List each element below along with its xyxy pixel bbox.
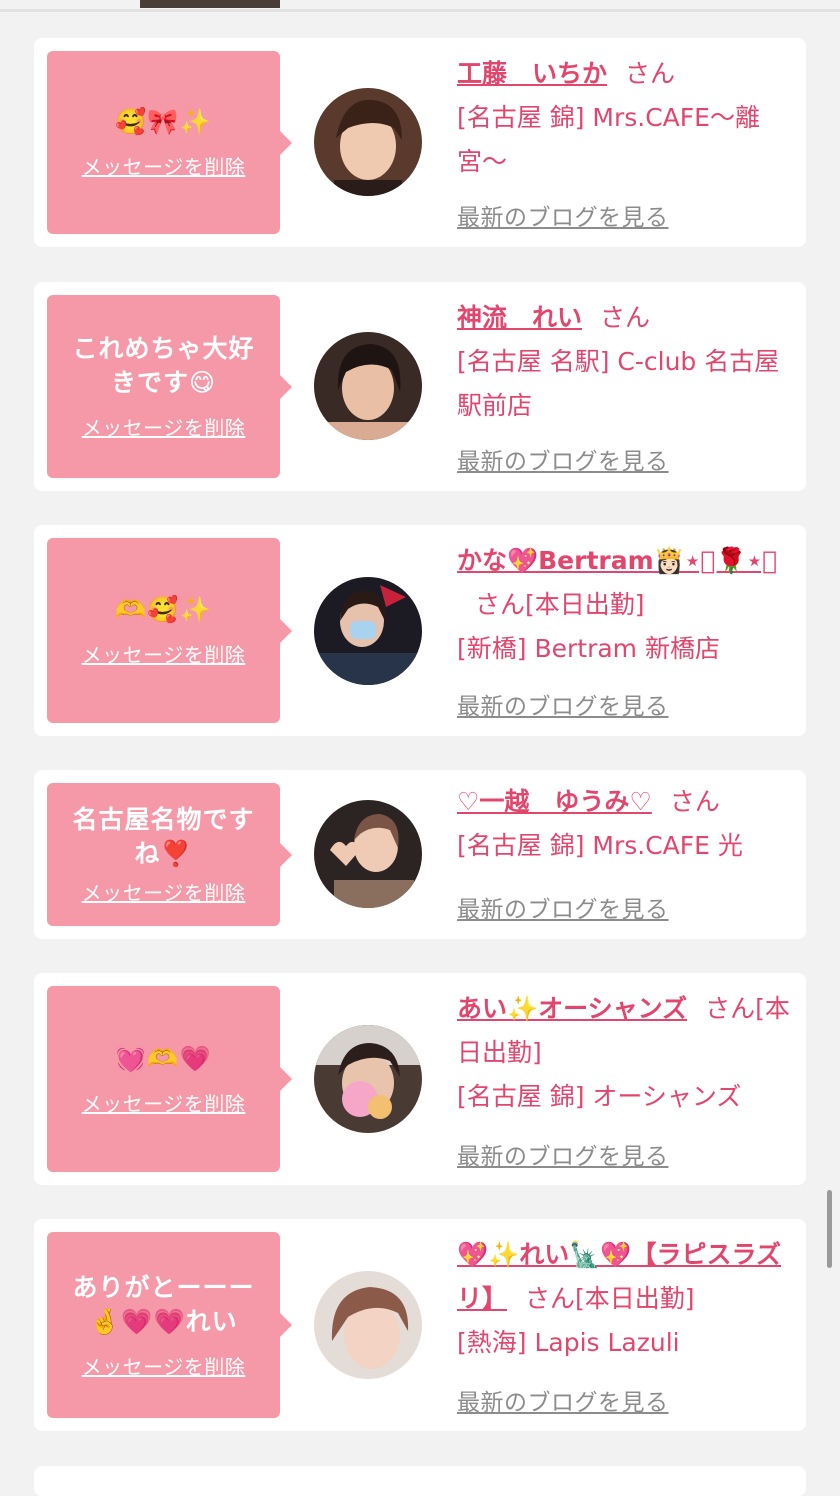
active-tab-indicator xyxy=(140,0,280,8)
message-bubble: 🫶🥰✨ メッセージを削除 xyxy=(47,538,292,723)
latest-blog-link[interactable]: 最新のブログを見る xyxy=(457,442,669,476)
top-tab-bar xyxy=(0,0,840,12)
avatar[interactable] xyxy=(314,332,422,440)
name-suffix: さん[本日出勤] xyxy=(525,1284,695,1313)
avatar[interactable] xyxy=(314,1025,422,1133)
message-card: 💓🫶💗 メッセージを削除 あい✨オーシャンズ さん[本日出勤] [名古屋 錦] オ… xyxy=(34,973,806,1185)
name-suffix: さん xyxy=(669,787,720,816)
latest-blog-link[interactable]: 最新のブログを見る xyxy=(457,198,669,232)
message-text: ありがとーーー🤞💗💗れい xyxy=(72,1272,255,1336)
sender-info: 💖✨れい🗽💖【ラピスラズリ】 さん[本日出勤] [熱海] Lapis Lazuli xyxy=(457,1233,793,1365)
message-card: ありがとーーー🤞💗💗れい メッセージを削除 💖✨れい🗽💖【ラピスラズリ】 さん[本… xyxy=(34,1219,806,1431)
latest-blog-link[interactable]: 最新のブログを見る xyxy=(457,687,669,721)
avatar[interactable] xyxy=(314,800,422,908)
latest-blog-link[interactable]: 最新のブログを見る xyxy=(457,890,669,924)
sender-name-link[interactable]: かな💖Bertram👸🏻⋆͛🌹⋆͛ xyxy=(457,546,777,575)
message-bubble: 名古屋名物ですね❣️ メッセージを削除 xyxy=(47,783,292,926)
shop-name: [熱海] Lapis Lazuli xyxy=(457,1328,680,1357)
delete-message-link[interactable]: メッセージを削除 xyxy=(82,412,246,441)
sender-name-link[interactable]: ♡一越 ゆうみ♡ xyxy=(457,787,652,816)
latest-blog-link[interactable]: 最新のブログを見る xyxy=(457,1383,669,1417)
message-bubble: これめちゃ大好きです😋 メッセージを削除 xyxy=(47,295,292,478)
avatar[interactable] xyxy=(314,88,422,196)
delete-message-link[interactable]: メッセージを削除 xyxy=(82,877,246,906)
shop-name: [名古屋 錦] Mrs.CAFE〜離宮〜 xyxy=(457,103,760,176)
message-card: これめちゃ大好きです😋 メッセージを削除 神流 れい さん [名古屋 名駅] C-… xyxy=(34,282,806,491)
avatar[interactable] xyxy=(314,1271,422,1379)
message-bubble: ありがとーーー🤞💗💗れい メッセージを削除 xyxy=(47,1232,292,1418)
message-card: 🥰🎀✨ メッセージを削除 工藤 いちか さん [名古屋 錦] Mrs.CAFE〜離… xyxy=(34,38,806,247)
shop-name: [名古屋 錦] Mrs.CAFE 光 xyxy=(457,831,743,860)
message-bubble: 🥰🎀✨ メッセージを削除 xyxy=(47,51,292,234)
delete-message-link[interactable]: メッセージを削除 xyxy=(82,1351,246,1380)
sender-info: あい✨オーシャンズ さん[本日出勤] [名古屋 錦] オーシャンズ xyxy=(457,987,793,1119)
message-text: 🥰🎀✨ xyxy=(115,107,212,136)
avatar[interactable] xyxy=(314,577,422,685)
message-text: 名古屋名物ですね❣️ xyxy=(72,805,255,868)
shop-name: [名古屋 錦] オーシャンズ xyxy=(457,1082,742,1111)
message-text: これめちゃ大好きです😋 xyxy=(72,334,255,397)
shop-name: [名古屋 名駅] C-club 名古屋駅前店 xyxy=(457,347,780,420)
sender-info: ♡一越 ゆうみ♡ さん [名古屋 錦] Mrs.CAFE 光 xyxy=(457,780,793,868)
name-suffix: さん xyxy=(625,59,676,88)
sender-info: 神流 れい さん [名古屋 名駅] C-club 名古屋駅前店 xyxy=(457,296,793,428)
message-card: 🫶🥰✨ メッセージを削除 かな💖Bertram👸🏻⋆͛🌹⋆͛ さん[本日出勤] [… xyxy=(34,525,806,736)
message-bubble: 💓🫶💗 メッセージを削除 xyxy=(47,986,292,1172)
sender-name-link[interactable]: 神流 れい xyxy=(457,303,582,332)
message-card-partial xyxy=(34,1466,806,1496)
name-suffix: さん xyxy=(600,303,651,332)
delete-message-link[interactable]: メッセージを削除 xyxy=(82,1088,246,1117)
sender-info: 工藤 いちか さん [名古屋 錦] Mrs.CAFE〜離宮〜 xyxy=(457,52,793,184)
sender-name-link[interactable]: あい✨オーシャンズ xyxy=(457,994,687,1023)
message-card: 名古屋名物ですね❣️ メッセージを削除 ♡一越 ゆうみ♡ さん [名古屋 錦] M… xyxy=(34,770,806,939)
shop-name: [新橋] Bertram 新橋店 xyxy=(457,634,720,663)
sender-info: かな💖Bertram👸🏻⋆͛🌹⋆͛ さん[本日出勤] [新橋] Bertram 新… xyxy=(457,539,793,671)
delete-message-link[interactable]: メッセージを削除 xyxy=(82,639,246,668)
message-text: 💓🫶💗 xyxy=(115,1043,212,1073)
latest-blog-link[interactable]: 最新のブログを見る xyxy=(457,1137,669,1171)
sender-name-link[interactable]: 工藤 いちか xyxy=(457,59,607,88)
name-suffix: さん[本日出勤] xyxy=(475,590,645,619)
delete-message-link[interactable]: メッセージを削除 xyxy=(82,151,246,180)
message-text: 🫶🥰✨ xyxy=(115,595,212,624)
scrollbar[interactable] xyxy=(827,1190,832,1268)
